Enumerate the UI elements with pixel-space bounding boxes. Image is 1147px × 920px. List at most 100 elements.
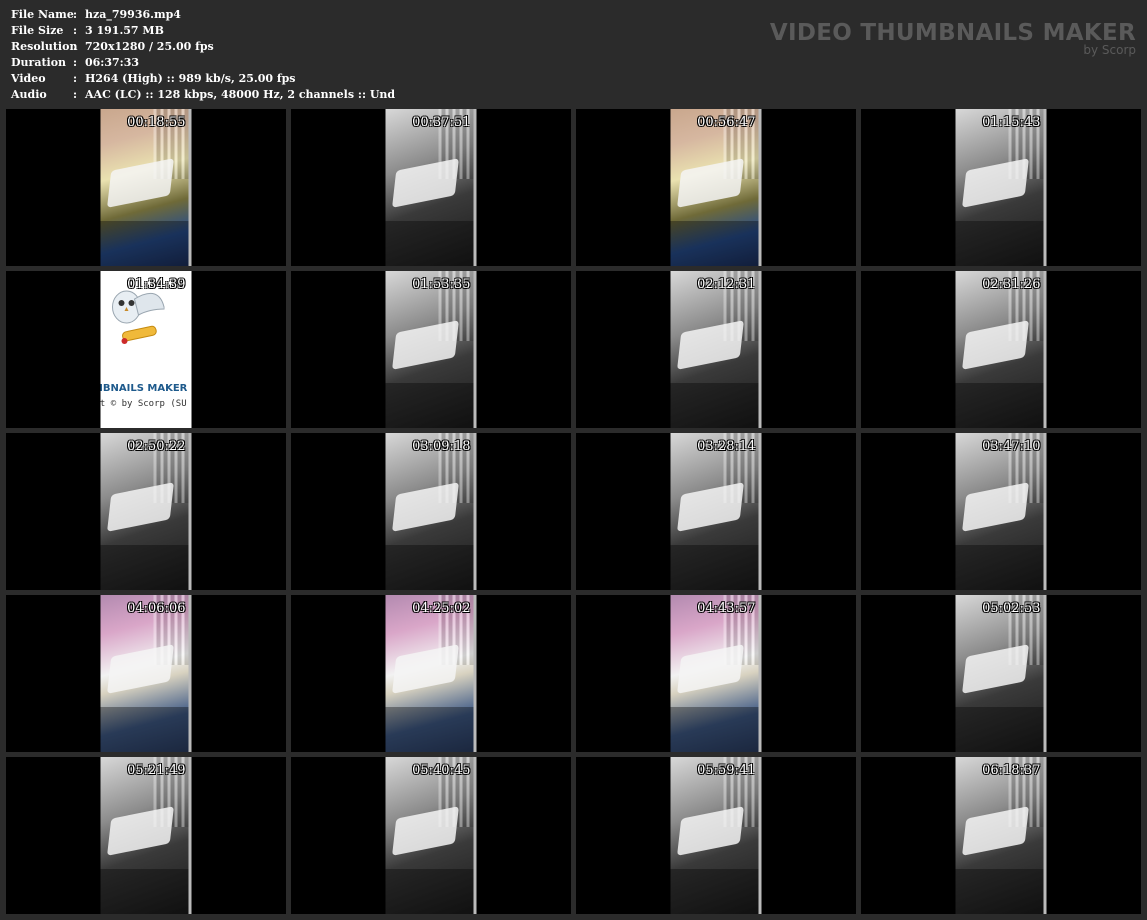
frame-edge xyxy=(1043,757,1047,914)
timestamp: 05:21:49 xyxy=(127,763,186,778)
video-frame: 01:53:35 xyxy=(385,271,477,428)
thumbnail-cell: 03:47:10 xyxy=(861,433,1141,590)
info-value: hza_79936.mp4 xyxy=(85,8,181,21)
info-value: 720x1280 / 25.00 fps xyxy=(85,40,214,53)
bed-shape xyxy=(677,644,744,694)
floor-shadow xyxy=(100,869,192,914)
floor-shadow xyxy=(670,869,762,914)
frame-edge xyxy=(758,595,762,752)
frame-edge xyxy=(1043,433,1047,590)
floor-shadow xyxy=(385,383,477,428)
thumbnail-cell: 01:15:43 xyxy=(861,109,1141,266)
bed-shape xyxy=(677,806,744,856)
timestamp: 02:50:22 xyxy=(127,439,186,454)
frame-edge xyxy=(473,757,477,914)
video-frame: 00:56:47 xyxy=(670,109,762,266)
video-frame: 02:31:26 xyxy=(955,271,1047,428)
timestamp: 02:12:31 xyxy=(697,277,756,292)
video-frame: 05:40:45 xyxy=(385,757,477,914)
video-frame: 04:25:02 xyxy=(385,595,477,752)
info-row-video: Video : H264 (High) :: 989 kb/s, 25.00 f… xyxy=(11,71,395,87)
info-row-file-size: File Size : 3 191.57 MB xyxy=(11,23,395,39)
thumbnail-cell: 02:50:22 xyxy=(6,433,286,590)
info-separator: : xyxy=(73,56,78,69)
video-frame: 00:18:55 xyxy=(100,109,192,266)
video-frame: 02:50:22 xyxy=(100,433,192,590)
timestamp: 05:02:53 xyxy=(982,601,1041,616)
floor-shadow xyxy=(670,383,762,428)
bed-shape xyxy=(392,644,459,694)
timestamp: 01:34:39 xyxy=(127,277,186,292)
frame-edge xyxy=(758,271,762,428)
info-row-file-name: File Name : hza_79936.mp4 xyxy=(11,7,395,23)
bed-shape xyxy=(677,320,744,370)
thumbnail-cell: 05:59:41 xyxy=(576,757,856,914)
video-frame: 03:09:18 xyxy=(385,433,477,590)
bed-shape xyxy=(962,644,1029,694)
timestamp: 03:28:14 xyxy=(697,439,756,454)
thumbnail-cell: 00:37:51 xyxy=(291,109,571,266)
frame-edge xyxy=(473,271,477,428)
floor-shadow xyxy=(670,707,762,752)
info-label: File Size xyxy=(11,24,64,37)
thumbnail-cell: 02:31:26 xyxy=(861,271,1141,428)
floor-shadow xyxy=(955,707,1047,752)
thumbnail-grid: 00:18:55 00:37:51 00:56:47 01:15:43 HBNAILS … xyxy=(6,109,1141,914)
bed-shape xyxy=(392,320,459,370)
timestamp: 04:06:06 xyxy=(127,601,186,616)
floor-shadow xyxy=(955,221,1047,266)
video-frame: 03:47:10 xyxy=(955,433,1047,590)
video-frame: 05:02:53 xyxy=(955,595,1047,752)
frame-edge xyxy=(758,757,762,914)
info-label: Audio xyxy=(11,88,47,101)
floor-shadow xyxy=(385,221,477,266)
info-row-resolution: Resolution : 720x1280 / 25.00 fps xyxy=(11,39,395,55)
bed-shape xyxy=(962,482,1029,532)
floor-shadow xyxy=(100,221,192,266)
frame-edge xyxy=(473,595,477,752)
video-frame: 05:59:41 xyxy=(670,757,762,914)
bed-shape xyxy=(962,158,1029,208)
thumbnail-cell: HBNAILS MAKER 8 nt © by Scorp (SU 01:34:39 xyxy=(6,271,286,428)
video-frame: 04:43:57 xyxy=(670,595,762,752)
bed-shape xyxy=(392,158,459,208)
timestamp: 00:18:55 xyxy=(127,115,186,130)
frame-edge xyxy=(188,433,192,590)
floor-shadow xyxy=(955,869,1047,914)
logo-copyright: nt © by Scorp (SU xyxy=(100,399,187,409)
file-info-panel: File Name : hza_79936.mp4 File Size : 3 … xyxy=(11,7,395,103)
timestamp: 00:56:47 xyxy=(697,115,756,130)
bed-shape xyxy=(392,806,459,856)
thumbnail-cell: 04:06:06 xyxy=(6,595,286,752)
video-frame: 05:21:49 xyxy=(100,757,192,914)
info-label: Resolution xyxy=(11,40,78,53)
thumbnail-cell: 03:09:18 xyxy=(291,433,571,590)
bed-shape xyxy=(107,158,174,208)
info-row-audio: Audio : AAC (LC) :: 128 kbps, 48000 Hz, … xyxy=(11,87,395,103)
timestamp: 01:53:35 xyxy=(412,277,471,292)
thumbnail-cell: 05:21:49 xyxy=(6,757,286,914)
frame-edge xyxy=(188,109,192,266)
bed-shape xyxy=(677,158,744,208)
frame-edge xyxy=(758,109,762,266)
info-separator: : xyxy=(73,88,78,101)
video-frame: 02:12:31 xyxy=(670,271,762,428)
floor-shadow xyxy=(385,707,477,752)
logo-title: HBNAILS MAKER 8 xyxy=(101,383,192,394)
frame-edge xyxy=(1043,595,1047,752)
floor-shadow xyxy=(100,707,192,752)
brand-watermark: VIDEO THUMBNAILS MAKER by Scorp xyxy=(770,20,1136,56)
floor-shadow xyxy=(100,545,192,590)
info-separator: : xyxy=(73,8,78,21)
timestamp: 04:43:57 xyxy=(697,601,756,616)
thumbnail-cell: 05:02:53 xyxy=(861,595,1141,752)
bed-shape xyxy=(107,806,174,856)
info-label: File Name xyxy=(11,8,74,21)
thumbnail-cell: 02:12:31 xyxy=(576,271,856,428)
frame-edge xyxy=(1043,109,1047,266)
thumbnail-cell: 04:25:02 xyxy=(291,595,571,752)
info-label: Video xyxy=(11,72,46,85)
frame-edge xyxy=(1043,271,1047,428)
floor-shadow xyxy=(670,545,762,590)
info-value: 3 191.57 MB xyxy=(85,24,164,37)
